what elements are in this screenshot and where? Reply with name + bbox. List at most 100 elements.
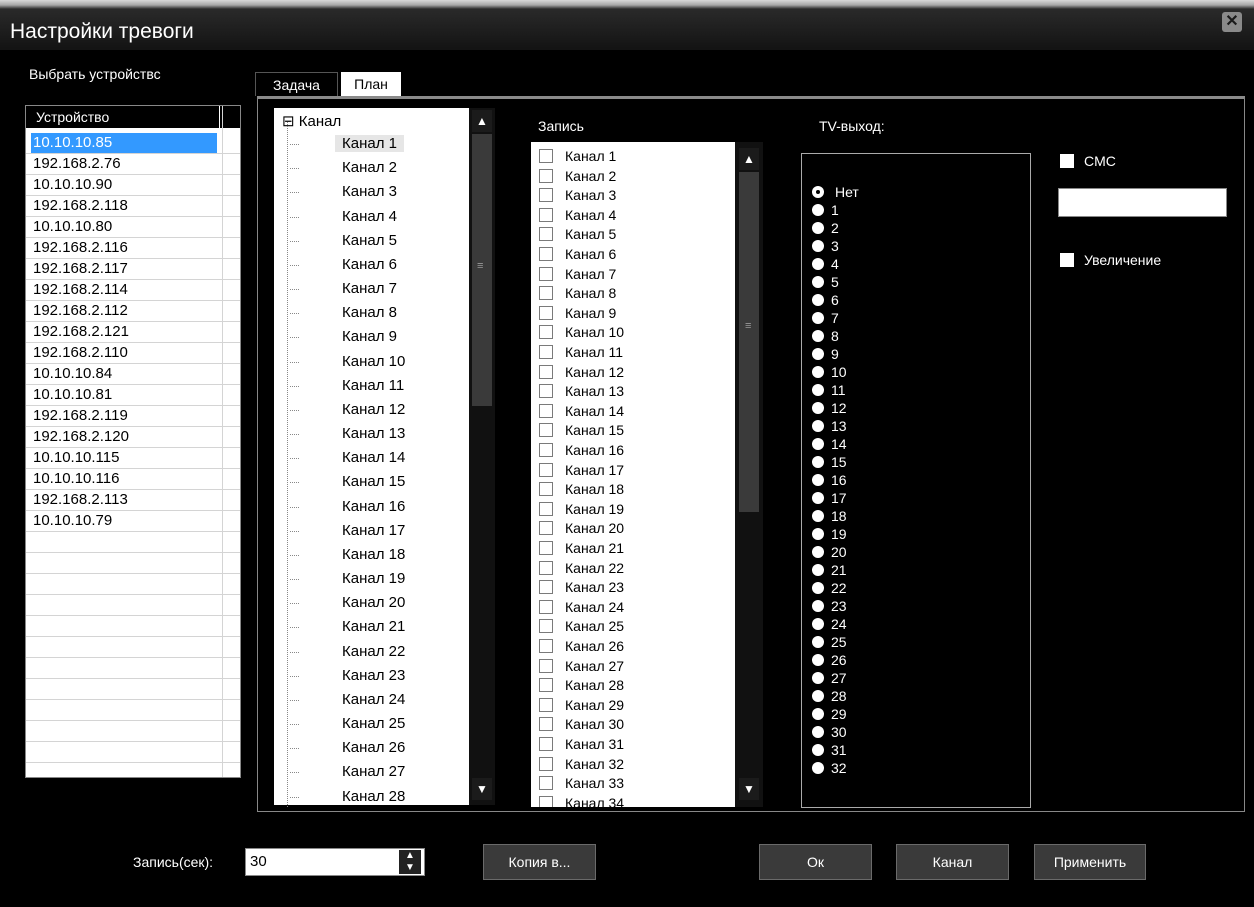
device-row[interactable]: 10.10.10.115 [26, 448, 240, 469]
checkbox-icon[interactable] [539, 639, 553, 653]
tab-task[interactable]: Задача [255, 72, 338, 96]
tv-output-option[interactable]: 9 [812, 347, 839, 362]
record-channel-checkbox[interactable]: Канал 30 [539, 715, 624, 735]
radio-icon[interactable] [812, 564, 824, 576]
record-channel-checkbox[interactable]: Канал 32 [539, 755, 624, 775]
record-channel-checkbox[interactable]: Канал 19 [539, 500, 624, 520]
tree-item[interactable]: Канал 22 [342, 643, 405, 660]
record-channel-checkbox[interactable]: Канал 14 [539, 402, 624, 422]
tv-output-option[interactable]: 2 [812, 221, 839, 236]
device-row[interactable]: 192.168.2.76 [26, 154, 240, 175]
device-list[interactable]: Устройство 10.10.10.85 192.168.2.76 10.10.… [25, 105, 241, 778]
checkbox-icon[interactable] [539, 560, 553, 575]
tv-output-option[interactable]: 25 [812, 635, 847, 650]
tv-output-option[interactable]: 19 [812, 527, 847, 542]
device-row[interactable] [26, 742, 240, 763]
checkbox-icon[interactable] [539, 149, 553, 163]
tree-item[interactable]: Канал 23 [342, 667, 405, 684]
device-row[interactable]: 192.168.2.112 [26, 301, 240, 322]
checkbox-icon[interactable] [539, 580, 553, 595]
tree-item[interactable]: Канал 8 [342, 304, 397, 321]
radio-icon[interactable] [812, 726, 824, 738]
tv-output-option[interactable]: 7 [812, 311, 839, 326]
record-channel-checkbox[interactable]: Канал 29 [539, 696, 624, 716]
checkbox-icon[interactable] [539, 345, 553, 359]
device-row[interactable]: 10.10.10.84 [26, 364, 240, 385]
tv-output-option[interactable]: 15 [812, 455, 847, 470]
radio-icon[interactable] [812, 222, 824, 234]
scroll-thumb[interactable] [739, 172, 759, 512]
radio-icon[interactable] [812, 474, 824, 486]
record-channel-checkbox[interactable]: Канал 13 [539, 382, 624, 402]
checkbox-icon[interactable] [539, 717, 553, 732]
device-row[interactable] [26, 721, 240, 742]
device-row[interactable] [26, 553, 240, 574]
tv-output-option[interactable]: 3 [812, 239, 839, 254]
apply-button[interactable]: Применить [1034, 844, 1146, 880]
record-scrollbar[interactable]: ▲ ≡ ▼ [735, 142, 763, 807]
checkbox-icon[interactable] [539, 266, 553, 281]
device-row[interactable]: 10.10.10.116 [26, 469, 240, 490]
checkbox-icon[interactable] [539, 501, 553, 516]
radio-icon[interactable] [812, 690, 824, 702]
record-channel-checkbox[interactable]: Канал 25 [539, 617, 624, 637]
tv-output-option[interactable]: 20 [812, 545, 847, 560]
record-channel-checkbox[interactable]: Канал 21 [539, 539, 624, 559]
tv-output-option[interactable]: 27 [812, 671, 847, 686]
record-channel-checkbox[interactable]: Канал 23 [539, 578, 624, 598]
radio-icon[interactable] [812, 276, 824, 288]
tree-item[interactable]: Канал 10 [342, 353, 405, 370]
radio-icon[interactable] [812, 438, 824, 450]
record-channel-checkbox[interactable]: Канал 1 [539, 147, 616, 167]
scroll-down-icon[interactable]: ▼ [739, 778, 759, 800]
sms-input[interactable] [1058, 188, 1227, 217]
record-channel-checkbox[interactable]: Канал 18 [539, 480, 624, 500]
radio-icon[interactable] [812, 510, 824, 522]
tree-item[interactable]: Канал 15 [342, 473, 405, 490]
device-row[interactable]: 10.10.10.90 [26, 175, 240, 196]
checkbox-icon[interactable] [539, 619, 553, 634]
checkbox-icon[interactable] [539, 305, 553, 320]
device-row[interactable]: 192.168.2.113 [26, 490, 240, 511]
device-row[interactable]: 192.168.2.120 [26, 427, 240, 448]
checkbox-icon[interactable] [539, 443, 553, 457]
tv-output-option[interactable]: 16 [812, 473, 847, 488]
radio-icon[interactable] [812, 492, 824, 504]
tv-output-option[interactable]: 1 [812, 203, 839, 218]
device-row[interactable]: 192.168.2.121 [26, 322, 240, 343]
radio-icon[interactable] [812, 366, 824, 378]
record-channel-checkbox[interactable]: Канал 16 [539, 441, 624, 461]
record-channel-list[interactable]: Канал 1 Канал 2 Канал 3 Канал 4 Канал 5 Канал… [531, 142, 763, 807]
device-row[interactable] [26, 532, 240, 553]
record-channel-checkbox[interactable]: Канал 31 [539, 735, 624, 755]
radio-icon[interactable] [812, 744, 824, 756]
tree-item[interactable]: Канал 25 [342, 715, 405, 732]
tv-output-option[interactable]: 30 [812, 725, 847, 740]
tv-output-option[interactable]: 21 [812, 563, 847, 578]
checkbox-icon[interactable] [539, 423, 553, 438]
scroll-down-icon[interactable]: ▼ [472, 778, 492, 800]
tree-item[interactable]: Канал 7 [342, 280, 397, 297]
tv-output-option[interactable]: 17 [812, 491, 847, 506]
radio-icon[interactable] [812, 708, 824, 720]
record-channel-checkbox[interactable]: Канал 8 [539, 284, 616, 304]
tree-item[interactable]: Канал 9 [342, 328, 397, 345]
checkbox-icon[interactable] [539, 541, 553, 555]
spin-buttons[interactable]: ▲ ▼ [399, 850, 421, 874]
tree-item[interactable]: Канал 6 [342, 256, 397, 273]
tree-item[interactable]: Канал 11 [342, 377, 404, 394]
checkbox-icon[interactable] [539, 168, 553, 183]
tree-item[interactable]: Канал 18 [342, 546, 405, 563]
spin-down-icon[interactable]: ▼ [399, 862, 421, 874]
tree-item[interactable]: Канал 12 [342, 401, 405, 418]
copy-to-button[interactable]: Копия в... [483, 844, 596, 880]
record-channel-checkbox[interactable]: Канал 33 [539, 774, 624, 794]
radio-icon[interactable] [812, 600, 824, 612]
radio-icon[interactable] [812, 240, 824, 252]
radio-icon[interactable] [812, 330, 824, 342]
record-channel-checkbox[interactable]: Канал 5 [539, 225, 616, 245]
tree-item[interactable]: Канал 13 [342, 425, 405, 442]
tv-output-option[interactable]: Нет [812, 185, 859, 200]
record-channel-checkbox[interactable]: Канал 20 [539, 519, 624, 539]
tv-output-option[interactable]: 5 [812, 275, 839, 290]
